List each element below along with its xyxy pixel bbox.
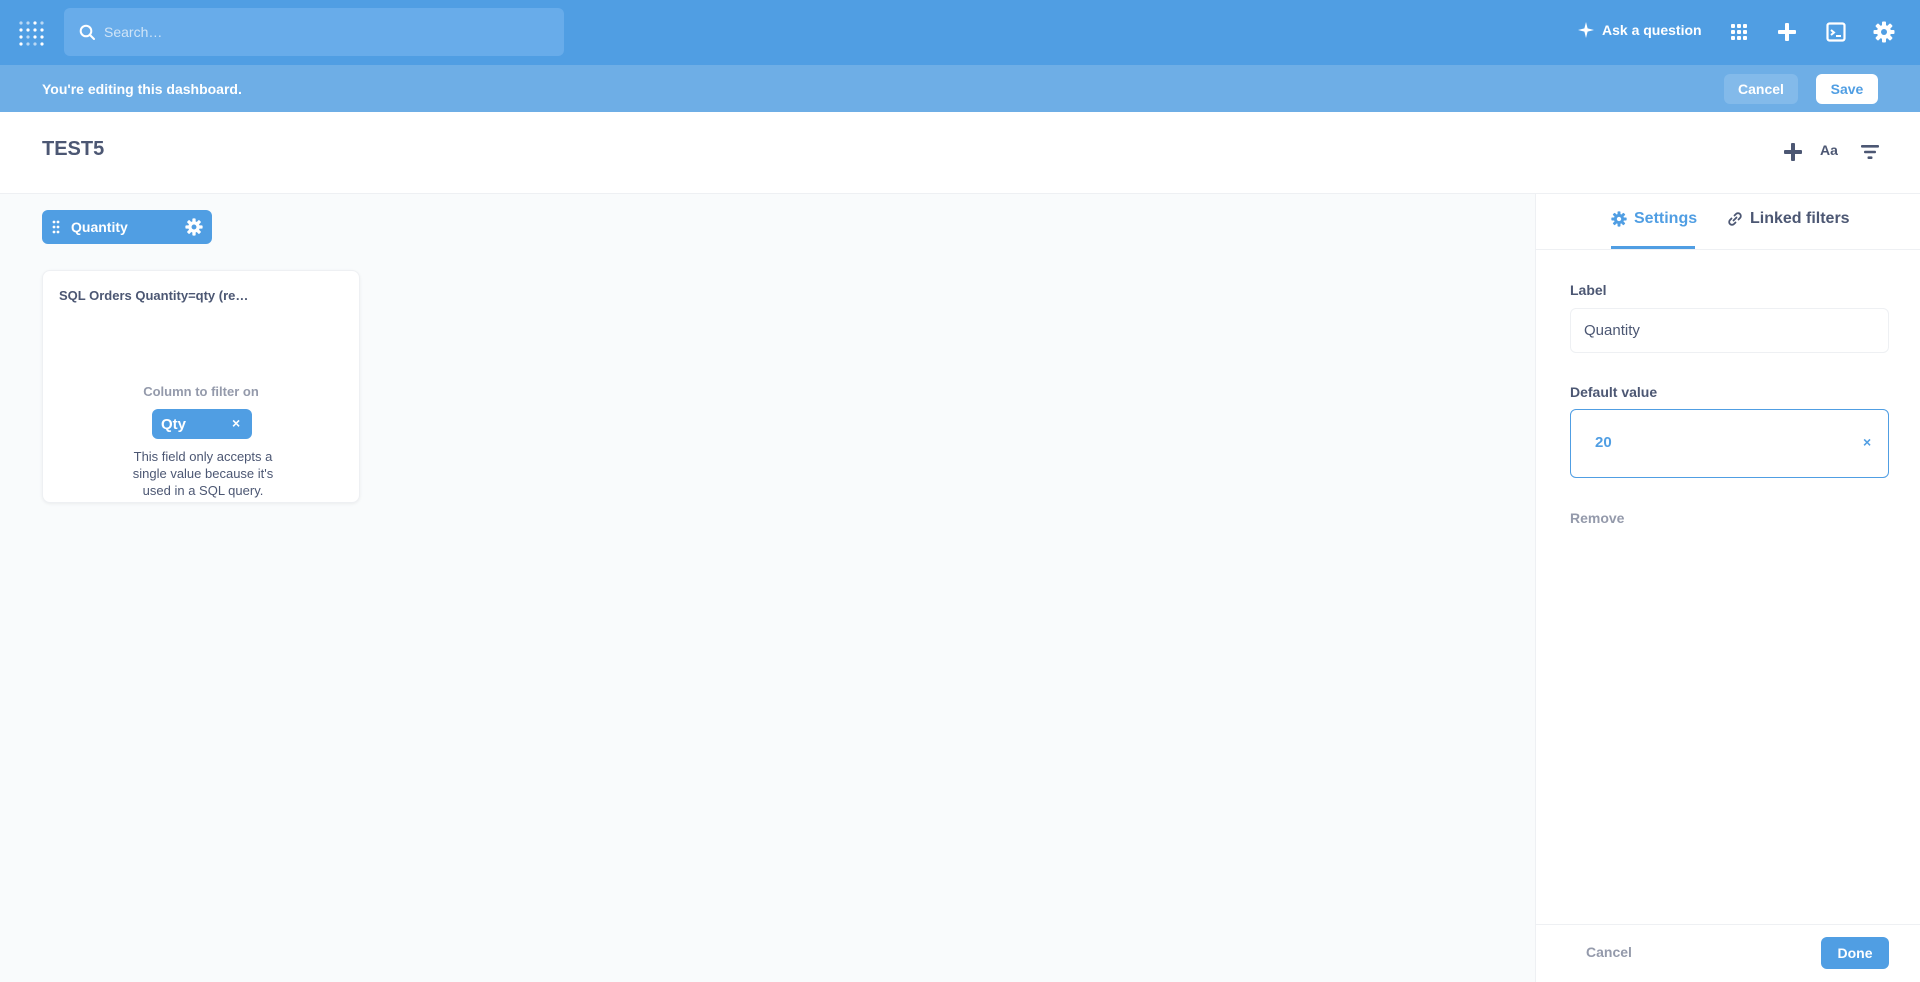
- tab-settings[interactable]: Settings: [1611, 210, 1697, 228]
- label-input[interactable]: Quantity: [1570, 308, 1889, 353]
- notebook-icon[interactable]: [1825, 21, 1847, 43]
- sidebar-cancel-button[interactable]: Cancel: [1586, 944, 1632, 960]
- ask-question-label: Ask a question: [1602, 22, 1702, 38]
- default-value-text: 20: [1595, 434, 1612, 451]
- search-placeholder: Search…: [104, 24, 163, 40]
- card-title: SQL Orders Quantity=qty (re…: [59, 288, 249, 303]
- default-value-input[interactable]: 20 ×: [1570, 409, 1889, 478]
- search-icon: [79, 24, 95, 40]
- mapped-column-pill[interactable]: Qty ×: [152, 409, 252, 439]
- sidebar-footer: Cancel Done: [1536, 924, 1920, 982]
- ask-question-button[interactable]: Ask a question: [1578, 22, 1702, 38]
- dashboard-title[interactable]: TEST5: [42, 138, 104, 161]
- label-field-label: Label: [1570, 282, 1607, 298]
- link-icon: [1728, 212, 1742, 226]
- tab-settings-label: Settings: [1634, 210, 1698, 227]
- sidebar-tabs: Settings Linked filters: [1536, 194, 1920, 250]
- close-icon[interactable]: ×: [1863, 434, 1871, 450]
- save-dashboard-button[interactable]: Save: [1816, 74, 1878, 104]
- filter-icon[interactable]: [1858, 140, 1882, 164]
- add-card-icon[interactable]: [1781, 140, 1805, 164]
- filter-settings-sidebar: Settings Linked filters Label Quantity D…: [1535, 194, 1920, 982]
- filter-widget-label: Quantity: [71, 219, 128, 235]
- edit-banner-message: You're editing this dashboard.: [42, 81, 242, 97]
- default-value-label: Default value: [1570, 384, 1658, 400]
- active-tab-indicator: [1611, 246, 1695, 249]
- filter-widget-quantity[interactable]: Quantity: [42, 210, 212, 244]
- dashboard-card: SQL Orders Quantity=qty (re… Column to f…: [42, 270, 360, 503]
- grid-icon[interactable]: [1728, 21, 1750, 43]
- cancel-edit-button[interactable]: Cancel: [1724, 74, 1798, 104]
- metabase-logo-icon[interactable]: [18, 20, 46, 46]
- top-nav: Search… Ask a question: [0, 0, 1920, 65]
- plus-icon[interactable]: [1776, 21, 1798, 43]
- sparkle-icon: [1578, 22, 1594, 38]
- gear-icon[interactable]: [185, 218, 203, 236]
- remove-filter-button[interactable]: Remove: [1570, 510, 1624, 526]
- mapped-column-label: Qty: [161, 416, 187, 433]
- drag-handle-icon[interactable]: [52, 220, 60, 234]
- search-bar[interactable]: Search…: [64, 8, 564, 56]
- close-icon[interactable]: ×: [232, 415, 240, 431]
- label-input-value: Quantity: [1584, 322, 1640, 339]
- tab-linked-filters-label: Linked filters: [1750, 210, 1850, 227]
- column-to-filter-label: Column to filter on: [143, 384, 259, 399]
- sql-single-value-note: This field only accepts a single value b…: [132, 449, 274, 498]
- add-text-card-button[interactable]: Aa: [1820, 142, 1838, 158]
- gear-icon: [1611, 211, 1627, 227]
- gear-icon[interactable]: [1873, 21, 1895, 43]
- done-button[interactable]: Done: [1821, 937, 1889, 969]
- tab-linked-filters[interactable]: Linked filters: [1727, 210, 1850, 228]
- edit-banner: You're editing this dashboard. Cancel Sa…: [0, 65, 1920, 112]
- dashboard-header: TEST5 Aa: [0, 112, 1920, 194]
